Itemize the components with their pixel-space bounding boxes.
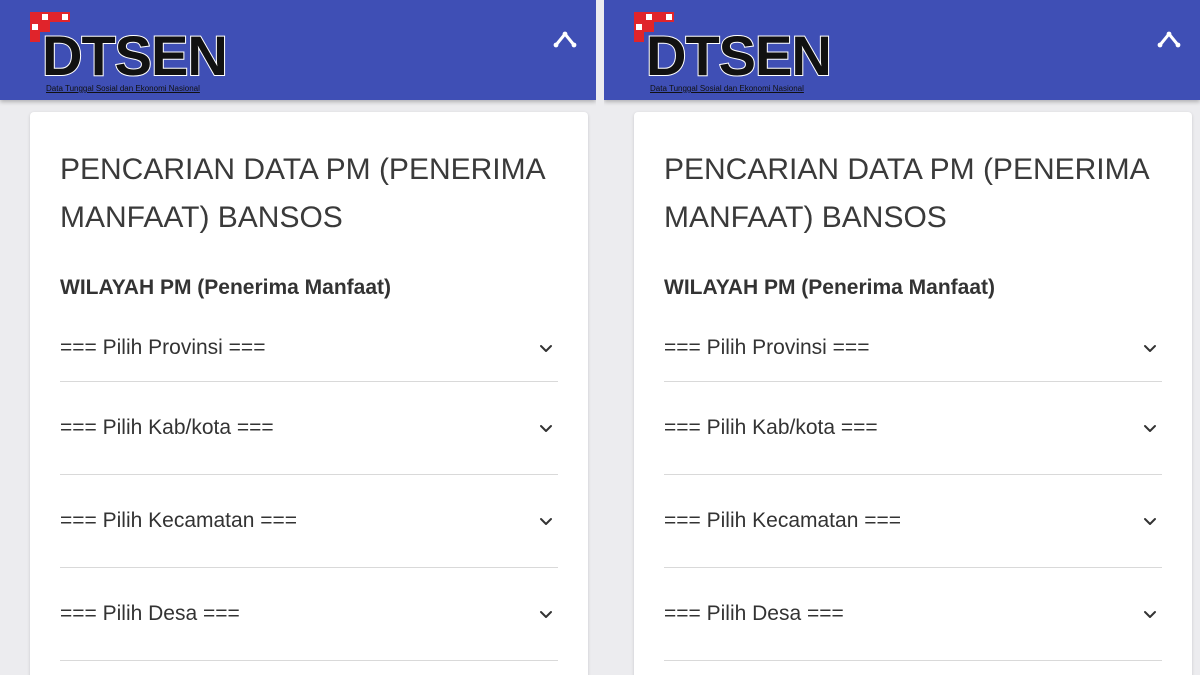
chevron-down-icon: [1144, 425, 1156, 432]
dtsen-logo: DTSEN Data Tunggal Sosial dan Ekonomi Na…: [30, 12, 240, 94]
section-label-wilayah: WILAYAH PM (Penerima Manfaat): [664, 276, 996, 299]
page-title: PENCARIAN DATA PM (PENERIMA MANFAAT) BAN…: [60, 153, 544, 234]
left-panel: DTSEN Data Tunggal Sosial dan Ekonomi Na…: [0, 0, 596, 675]
select-desa[interactable]: === Pilih Desa ===: [664, 568, 1162, 661]
logo-subtitle: Data Tunggal Sosial dan Ekonomi Nasional: [650, 84, 804, 93]
chevron-down-icon: [1144, 611, 1156, 618]
collapse-button[interactable]: [1154, 24, 1184, 54]
select-kabkota-value: === Pilih Kab/kota ===: [664, 416, 878, 439]
chevron-down-icon: [540, 611, 552, 618]
dtsen-logo: DTSEN Data Tunggal Sosial dan Ekonomi Na…: [634, 12, 844, 94]
select-kecamatan[interactable]: === Pilih Kecamatan ===: [664, 475, 1162, 568]
app-header: DTSEN Data Tunggal Sosial dan Ekonomi Na…: [0, 0, 596, 100]
select-kecamatan-value: === Pilih Kecamatan ===: [664, 509, 901, 532]
logo-wordmark: DTSEN: [645, 24, 833, 87]
search-card: PENCARIAN DATA PM (PENERIMA MANFAAT) BAN…: [30, 112, 588, 675]
select-provinsi[interactable]: === Pilih Provinsi ===: [60, 300, 558, 382]
logo-wordmark: DTSEN: [41, 24, 229, 87]
chevron-down-icon: [1144, 344, 1156, 352]
chevron-down-icon: [1144, 518, 1156, 525]
chevron-up-icon: [553, 31, 577, 48]
select-desa-value: === Pilih Desa ===: [664, 602, 844, 625]
logo-subtitle: Data Tunggal Sosial dan Ekonomi Nasional: [46, 84, 200, 93]
page-title: PENCARIAN DATA PM (PENERIMA MANFAAT) BAN…: [664, 153, 1148, 234]
section-label-wilayah: WILAYAH PM (Penerima Manfaat): [60, 276, 392, 299]
select-provinsi-value: === Pilih Provinsi ===: [664, 335, 870, 359]
select-kabkota[interactable]: === Pilih Kab/kota ===: [664, 382, 1162, 475]
app-header: DTSEN Data Tunggal Sosial dan Ekonomi Na…: [604, 0, 1200, 100]
select-kabkota-value: === Pilih Kab/kota ===: [60, 416, 274, 439]
right-panel: DTSEN Data Tunggal Sosial dan Ekonomi Na…: [604, 0, 1200, 675]
select-desa-value: === Pilih Desa ===: [60, 602, 240, 625]
collapse-button[interactable]: [550, 24, 580, 54]
select-kecamatan-value: === Pilih Kecamatan ===: [60, 509, 297, 532]
chevron-up-icon: [1157, 31, 1181, 48]
select-kecamatan[interactable]: === Pilih Kecamatan ===: [60, 475, 558, 568]
select-desa[interactable]: === Pilih Desa ===: [60, 568, 558, 661]
chevron-down-icon: [540, 518, 552, 525]
search-card: PENCARIAN DATA PM (PENERIMA MANFAAT) BAN…: [634, 112, 1192, 675]
select-kabkota[interactable]: === Pilih Kab/kota ===: [60, 382, 558, 475]
select-provinsi-value: === Pilih Provinsi ===: [60, 335, 266, 359]
chevron-down-icon: [540, 344, 552, 352]
select-provinsi[interactable]: === Pilih Provinsi ===: [664, 300, 1162, 382]
chevron-down-icon: [540, 425, 552, 432]
